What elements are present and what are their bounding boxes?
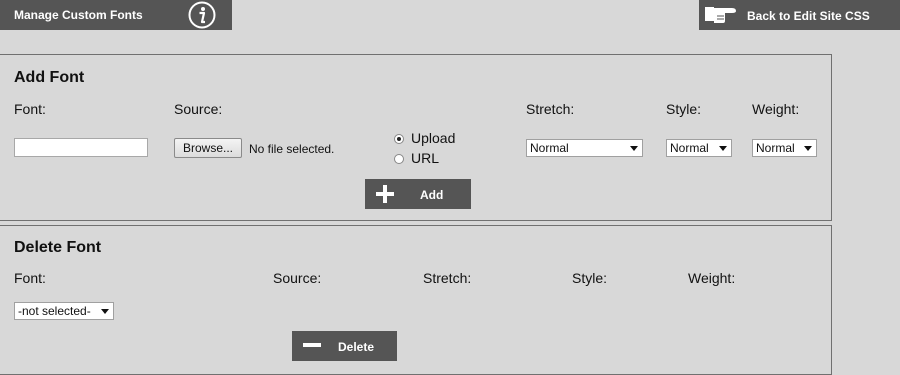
minus-icon (303, 343, 321, 347)
dropdown-arrow-icon (630, 146, 638, 151)
weight-label: Weight: (752, 101, 800, 117)
stretch-label: Stretch: (526, 101, 575, 117)
add-button[interactable]: Add (365, 179, 471, 209)
pointing-hand-icon (705, 7, 736, 23)
add-font-panel: Add Font Font: Source: Stretch: Style: W… (0, 54, 832, 221)
font-label: Font: (14, 101, 46, 117)
delete-font-panel: Delete Font Font: Source: Stretch: Style… (0, 225, 832, 375)
delete-font-title: Delete Font (14, 239, 102, 256)
back-to-edit-css-button[interactable]: Back to Edit Site CSS (699, 0, 900, 30)
weight-select[interactable]: Normal (752, 139, 817, 157)
delete-button-label: Delete (338, 340, 375, 354)
style-select[interactable]: Normal (666, 139, 732, 157)
stretch-select[interactable]: Normal (526, 139, 643, 157)
stretch-select-value: Normal (530, 141, 569, 155)
browse-button[interactable]: Browse... (174, 138, 242, 158)
delete-style-label: Style: (572, 270, 608, 286)
back-label: Back to Edit Site CSS (747, 9, 870, 23)
font-name-input[interactable] (14, 138, 148, 157)
upload-option-label: Upload (411, 130, 456, 146)
dropdown-arrow-icon (101, 309, 109, 314)
info-icon[interactable] (188, 1, 216, 29)
file-status: No file selected. (249, 142, 335, 156)
radio-checked-icon (394, 134, 404, 145)
radio-unchecked-icon (394, 154, 404, 165)
dropdown-arrow-icon (804, 146, 812, 151)
style-label: Style: (666, 101, 702, 117)
dropdown-arrow-icon (719, 146, 727, 151)
plus-icon (376, 185, 394, 203)
delete-font-select-value: -not selected- (18, 304, 91, 318)
delete-source-label: Source: (273, 270, 322, 286)
delete-font-select[interactable]: -not selected- (14, 302, 114, 320)
source-label: Source: (174, 101, 223, 117)
page-title: Manage Custom Fonts (14, 8, 143, 22)
add-font-title: Add Font (14, 69, 85, 86)
add-button-label: Add (420, 188, 444, 202)
weight-select-value: Normal (756, 141, 795, 155)
url-option-label: URL (411, 150, 440, 166)
delete-weight-label: Weight: (688, 270, 736, 286)
source-upload-radio[interactable]: Upload (394, 130, 455, 146)
delete-font-label: Font: (14, 270, 46, 286)
delete-stretch-label: Stretch: (423, 270, 472, 286)
page-header: Manage Custom Fonts (0, 0, 232, 30)
source-url-radio[interactable]: URL (394, 150, 439, 166)
style-select-value: Normal (670, 141, 709, 155)
delete-button[interactable]: Delete (292, 331, 397, 361)
